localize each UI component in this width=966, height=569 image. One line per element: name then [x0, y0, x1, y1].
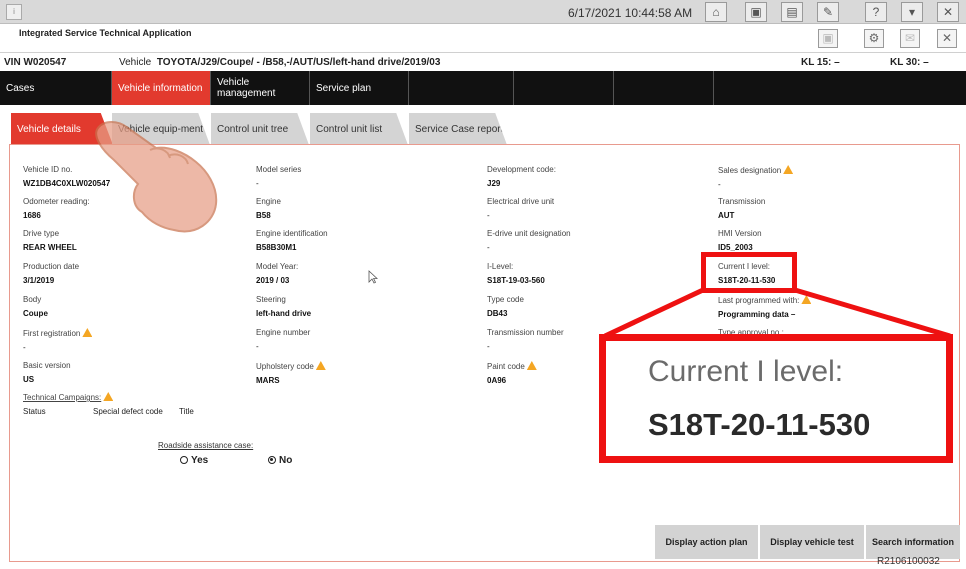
roadside-yes-radio[interactable]: Yes [180, 455, 208, 466]
copy-icon[interactable]: ▣ [818, 29, 838, 48]
field-upholstery-code: Upholstery code MARS [256, 361, 326, 385]
field-drive-type: Drive type REAR WHEEL [23, 229, 77, 252]
field-development-code: Development code: J29 [487, 165, 556, 188]
field-sales-designation: Sales designation - [718, 165, 794, 189]
field-model-year: Model Year: 2019 / 03 [256, 262, 299, 285]
tab-cases[interactable]: Cases [0, 71, 112, 105]
warning-icon [783, 165, 794, 174]
radio-unchecked-icon [180, 456, 188, 464]
field-model-series: Model series - [256, 165, 302, 188]
wrench-icon[interactable]: ✎ [817, 2, 839, 22]
tab-vehicle-details[interactable]: Vehicle details [11, 113, 113, 145]
tab-vehicle-management[interactable]: Vehicle management [211, 71, 310, 105]
tab-service-plan[interactable]: Service plan [310, 71, 409, 105]
monitor-icon[interactable]: ▣ [745, 2, 767, 22]
vehicle-summary-bar: VIN W020547 Vehicle TOYOTA/J29/Coupe/ - … [0, 54, 966, 70]
campaign-col-status: Status [23, 407, 46, 416]
campaign-col-defect-code: Special defect code [93, 407, 163, 416]
field-body: Body Coupe [23, 295, 48, 318]
zoom-callout: Current I level: S18T-20-11-530 [599, 334, 953, 463]
warning-icon [82, 328, 93, 337]
warning-icon [801, 295, 812, 304]
field-electrical-drive-unit: Electrical drive unit - [487, 197, 555, 220]
field-hmi-version: HMI Version ID5_2003 [718, 229, 762, 252]
vehicle-value: TOYOTA/J29/Coupe/ - /B58,-/AUT/US/left-h… [156, 57, 441, 68]
radio-checked-icon [268, 456, 276, 464]
tab-control-unit-list[interactable]: Control unit list [310, 113, 408, 145]
campaign-col-title: Title [179, 407, 194, 416]
tab-service-case-report[interactable]: Service Case report [409, 113, 507, 145]
zoom-value: S18T-20-11-530 [648, 407, 871, 442]
tab-empty-3 [614, 71, 714, 105]
search-information-button[interactable]: Search information [866, 525, 960, 559]
figure-code: R2106100032 [877, 556, 940, 567]
field-engine-number: Engine number - [256, 328, 311, 351]
technical-campaigns[interactable]: Technical Campaigns: [23, 392, 114, 402]
field-vehicle-id: Vehicle ID no. WZ1DB4C0XLW020547 [23, 165, 111, 188]
tab-empty-1 [409, 71, 514, 105]
close-icon[interactable]: ✕ [937, 29, 957, 48]
main-navigation: Cases Vehicle information Vehicle manage… [0, 71, 966, 105]
display-action-plan-button[interactable]: Display action plan [655, 525, 758, 559]
field-first-registration: First registration - [23, 328, 93, 352]
display-vehicle-test-button[interactable]: Display vehicle test [760, 525, 864, 559]
app-header: Integrated Service Technical Application… [0, 25, 966, 53]
zoom-label: Current I level: [648, 355, 844, 388]
field-basic-version: Basic version US [23, 361, 71, 384]
roadside-no-radio[interactable]: No [268, 455, 292, 466]
warning-icon [315, 361, 326, 370]
field-odometer: Odometer reading: 1686 [23, 197, 90, 220]
warning-icon [103, 392, 114, 401]
app-title: Integrated Service Technical Application [19, 28, 192, 38]
datetime: 6/17/2021 10:44:58 AM [568, 6, 693, 20]
printer-icon[interactable]: ▤ [781, 2, 803, 22]
home-icon[interactable]: ⌂ [705, 2, 727, 22]
vehicle-label: Vehicle [119, 57, 152, 68]
sub-navigation: Vehicle details Vehicle equip-ment Contr… [0, 107, 966, 145]
minimize-icon[interactable]: ▾ [901, 2, 923, 22]
field-type-code: Type code DB43 [487, 295, 524, 318]
help-icon[interactable]: ? [865, 2, 887, 22]
vehicle-summary: Vehicle TOYOTA/J29/Coupe/ - /B58,-/AUT/U… [119, 57, 440, 68]
field-production-date: Production date 3/1/2019 [23, 262, 80, 285]
tab-control-unit-tree[interactable]: Control unit tree [211, 113, 309, 145]
field-engine: Engine B58 [256, 197, 281, 220]
mail-icon[interactable]: ✉ [900, 29, 920, 48]
tab-empty-2 [514, 71, 614, 105]
mouse-cursor-icon [368, 270, 378, 284]
field-paint-code: Paint code 0A96 [487, 361, 537, 385]
field-transmission-number: Transmission number - [487, 328, 564, 351]
close-icon[interactable]: ✕ [937, 2, 959, 22]
vin: VIN W020547 [4, 57, 67, 68]
tab-vehicle-information[interactable]: Vehicle information [112, 71, 211, 105]
gear-icon[interactable]: ⚙ [864, 29, 884, 48]
field-i-level: I-Level: S18T-19-03-560 [487, 262, 545, 285]
kl30-status: KL 30: – [890, 57, 929, 68]
tab-vehicle-equipment[interactable]: Vehicle equip-ment [112, 113, 210, 145]
roadside-assistance-label: Roadside assistance case: [158, 441, 254, 450]
field-steering: Steering left-hand drive [256, 295, 312, 318]
field-last-programmed: Last programmed with: Programming data – [718, 295, 812, 319]
window-title-bar: i 6/17/2021 10:44:58 AM ⌂ ▣ ▤ ✎ ? ▾ ✕ [0, 0, 966, 24]
field-edrive-unit-designation: E-drive unit designation - [487, 229, 571, 252]
field-engine-identification: Engine identification B58B30M1 [256, 229, 328, 252]
warning-icon [526, 361, 537, 370]
current-i-level-highlight [701, 252, 797, 293]
kl15-status: KL 15: – [801, 57, 840, 68]
app-icon: i [6, 4, 22, 20]
field-transmission: Transmission AUT [718, 197, 766, 220]
